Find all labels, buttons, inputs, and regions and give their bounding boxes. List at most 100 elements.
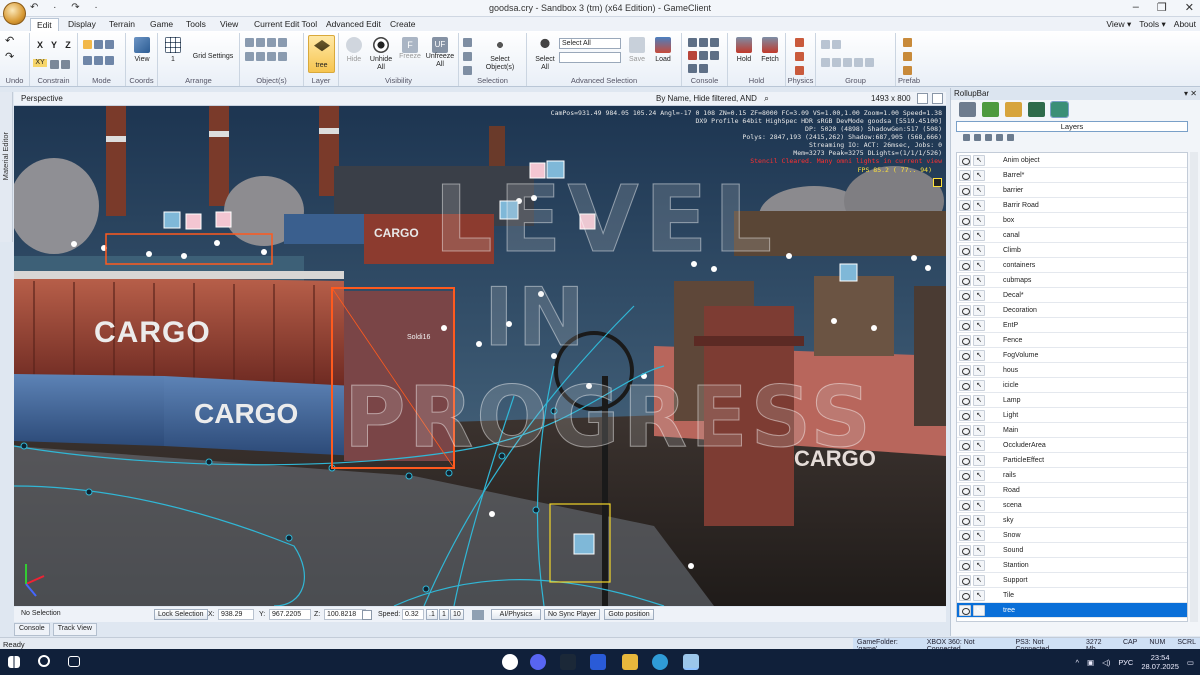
- y-coordinate-field[interactable]: 967.2205: [269, 609, 311, 620]
- console-icon-2[interactable]: [699, 38, 708, 47]
- start-icon[interactable]: [8, 656, 20, 668]
- rollup-controls[interactable]: ▾ ✕: [1184, 89, 1197, 98]
- visibility-eye-icon[interactable]: [959, 454, 971, 466]
- visibility-eye-icon[interactable]: [959, 169, 971, 181]
- visibility-eye-icon[interactable]: [959, 364, 971, 376]
- layer-row[interactable]: ↖ canal: [957, 228, 1187, 243]
- layer-row[interactable]: ↖ Support: [957, 573, 1187, 588]
- layer-row[interactable]: ↖ rails: [957, 468, 1187, 483]
- layer-row[interactable]: ↖ Decal*: [957, 288, 1187, 303]
- group-icon-4[interactable]: [832, 58, 841, 67]
- maximize-viewport-icon[interactable]: [932, 93, 943, 104]
- layer-row[interactable]: ↖ icicle: [957, 378, 1187, 393]
- 3d-viewport[interactable]: CARGO CARGO CARGO CARGO Soldi16 LEVEL IN…: [14, 106, 946, 606]
- tools-menu[interactable]: Tools ▾: [1139, 19, 1165, 30]
- visibility-eye-icon[interactable]: [959, 424, 971, 436]
- selectable-pointer-icon[interactable]: ↖: [973, 424, 985, 436]
- visibility-eye-icon[interactable]: [959, 529, 971, 541]
- unfreeze-all-button[interactable]: UF Unfreeze All: [424, 37, 456, 69]
- selectable-pointer-icon[interactable]: ↖: [973, 349, 985, 361]
- selectable-pointer-icon[interactable]: ↖: [973, 559, 985, 571]
- axis-x-button[interactable]: X: [34, 41, 46, 50]
- selectable-pointer-icon[interactable]: ↖: [973, 394, 985, 406]
- selectable-pointer-icon[interactable]: ↖: [973, 409, 985, 421]
- scale-icon[interactable]: [105, 40, 114, 49]
- selectable-pointer-icon[interactable]: ↖: [973, 514, 985, 526]
- physics-icon-2[interactable]: [795, 52, 804, 61]
- layers-scrollbar[interactable]: [1190, 152, 1198, 622]
- physics-icon-1[interactable]: [795, 38, 804, 47]
- selectable-pointer-icon[interactable]: ↖: [973, 334, 985, 346]
- visibility-eye-icon[interactable]: [959, 469, 971, 481]
- layer-row[interactable]: ↖ Barrir Road: [957, 198, 1187, 213]
- about-menu[interactable]: About: [1174, 19, 1196, 30]
- tab-display[interactable]: Display: [62, 18, 102, 31]
- layer-row[interactable]: ↖ cubmaps: [957, 273, 1187, 288]
- unlink-icon[interactable]: [105, 56, 114, 65]
- select-none-icon[interactable]: [463, 66, 472, 75]
- move-icon[interactable]: [83, 40, 92, 49]
- new-layer-icon[interactable]: [963, 134, 970, 141]
- layer-row[interactable]: ↖ Snow: [957, 528, 1187, 543]
- layer-row[interactable]: ↖ ParticleEffect: [957, 453, 1187, 468]
- tab-view[interactable]: View: [214, 18, 244, 31]
- minimize-button[interactable]: –: [1133, 1, 1139, 14]
- group-obj-icon[interactable]: [278, 52, 287, 61]
- selectable-pointer-icon[interactable]: ↖: [973, 499, 985, 511]
- clock-time[interactable]: 23:54: [1151, 653, 1170, 662]
- layer-row[interactable]: ↖ scena: [957, 498, 1187, 513]
- selectable-pointer-icon[interactable]: ↖: [973, 319, 985, 331]
- visibility-eye-icon[interactable]: [959, 154, 971, 166]
- layer-row[interactable]: ↖ Main: [957, 423, 1187, 438]
- select-tool-icon[interactable]: [463, 38, 472, 47]
- console-icon-7[interactable]: [688, 64, 697, 73]
- file-explorer-icon[interactable]: [622, 654, 638, 670]
- load-selection-button[interactable]: Load: [651, 37, 675, 64]
- drop-icon[interactable]: [245, 52, 254, 61]
- visibility-eye-icon[interactable]: [959, 514, 971, 526]
- clock-date[interactable]: 28.07.2025: [1141, 662, 1179, 671]
- visibility-eye-icon[interactable]: [959, 409, 971, 421]
- grid-button[interactable]: 1: [164, 37, 182, 64]
- modelling-tab-icon[interactable]: [1005, 102, 1022, 117]
- reset-icon[interactable]: [256, 52, 265, 61]
- console-icon-4[interactable]: [688, 51, 697, 60]
- select-invert-icon[interactable]: [463, 52, 472, 61]
- language-indicator[interactable]: РУС: [1118, 658, 1133, 667]
- layer-row[interactable]: ↖ Road: [957, 483, 1187, 498]
- selectable-pointer-icon[interactable]: ↖: [973, 229, 985, 241]
- visibility-eye-icon[interactable]: [959, 379, 971, 391]
- lock-coords-icon[interactable]: [362, 610, 372, 620]
- layer-row[interactable]: ↖ Stantion: [957, 558, 1187, 573]
- group-icon-6[interactable]: [854, 58, 863, 67]
- close-button[interactable]: ✕: [1185, 1, 1194, 14]
- layer-row[interactable]: ↖ OccluderArea: [957, 438, 1187, 453]
- layer-row[interactable]: ↖ containers: [957, 258, 1187, 273]
- undo-icon[interactable]: ↶: [5, 36, 14, 47]
- selectable-pointer-icon[interactable]: ↖: [973, 289, 985, 301]
- maximize-button[interactable]: ❐: [1157, 1, 1167, 14]
- fetch-button[interactable]: Fetch: [758, 37, 782, 64]
- select-filter-combo[interactable]: Select All: [559, 38, 621, 49]
- speed-10-button[interactable]: 10: [450, 609, 464, 620]
- rename-layer-icon[interactable]: [985, 134, 992, 141]
- visibility-eye-icon[interactable]: [959, 559, 971, 571]
- notification-icon[interactable]: ▭: [1187, 658, 1194, 667]
- layer-row[interactable]: ↖ Climb: [957, 243, 1187, 258]
- tray-arrow-icon[interactable]: ^: [1075, 658, 1079, 667]
- discord-icon[interactable]: [530, 654, 546, 670]
- import-layer-icon[interactable]: [1007, 134, 1014, 141]
- layer-row[interactable]: ↖ Anim object: [957, 153, 1187, 168]
- selectable-pointer-icon[interactable]: ↖: [973, 184, 985, 196]
- layer-row[interactable]: ↖ tree: [957, 603, 1187, 618]
- visibility-eye-icon[interactable]: [959, 229, 971, 241]
- unhide-all-button[interactable]: Unhide All: [367, 37, 395, 72]
- viewport-filter[interactable]: By Name, Hide filtered, AND: [656, 94, 757, 103]
- grid-settings-button[interactable]: Grid Settings: [188, 53, 238, 61]
- visibility-eye-icon[interactable]: [959, 334, 971, 346]
- visibility-eye-icon[interactable]: [959, 589, 971, 601]
- layer-row[interactable]: ↖ Sound: [957, 543, 1187, 558]
- selectable-pointer-icon[interactable]: ↖: [973, 274, 985, 286]
- selectable-pointer-icon[interactable]: ↖: [973, 154, 985, 166]
- prefab-icon-1[interactable]: [903, 38, 912, 47]
